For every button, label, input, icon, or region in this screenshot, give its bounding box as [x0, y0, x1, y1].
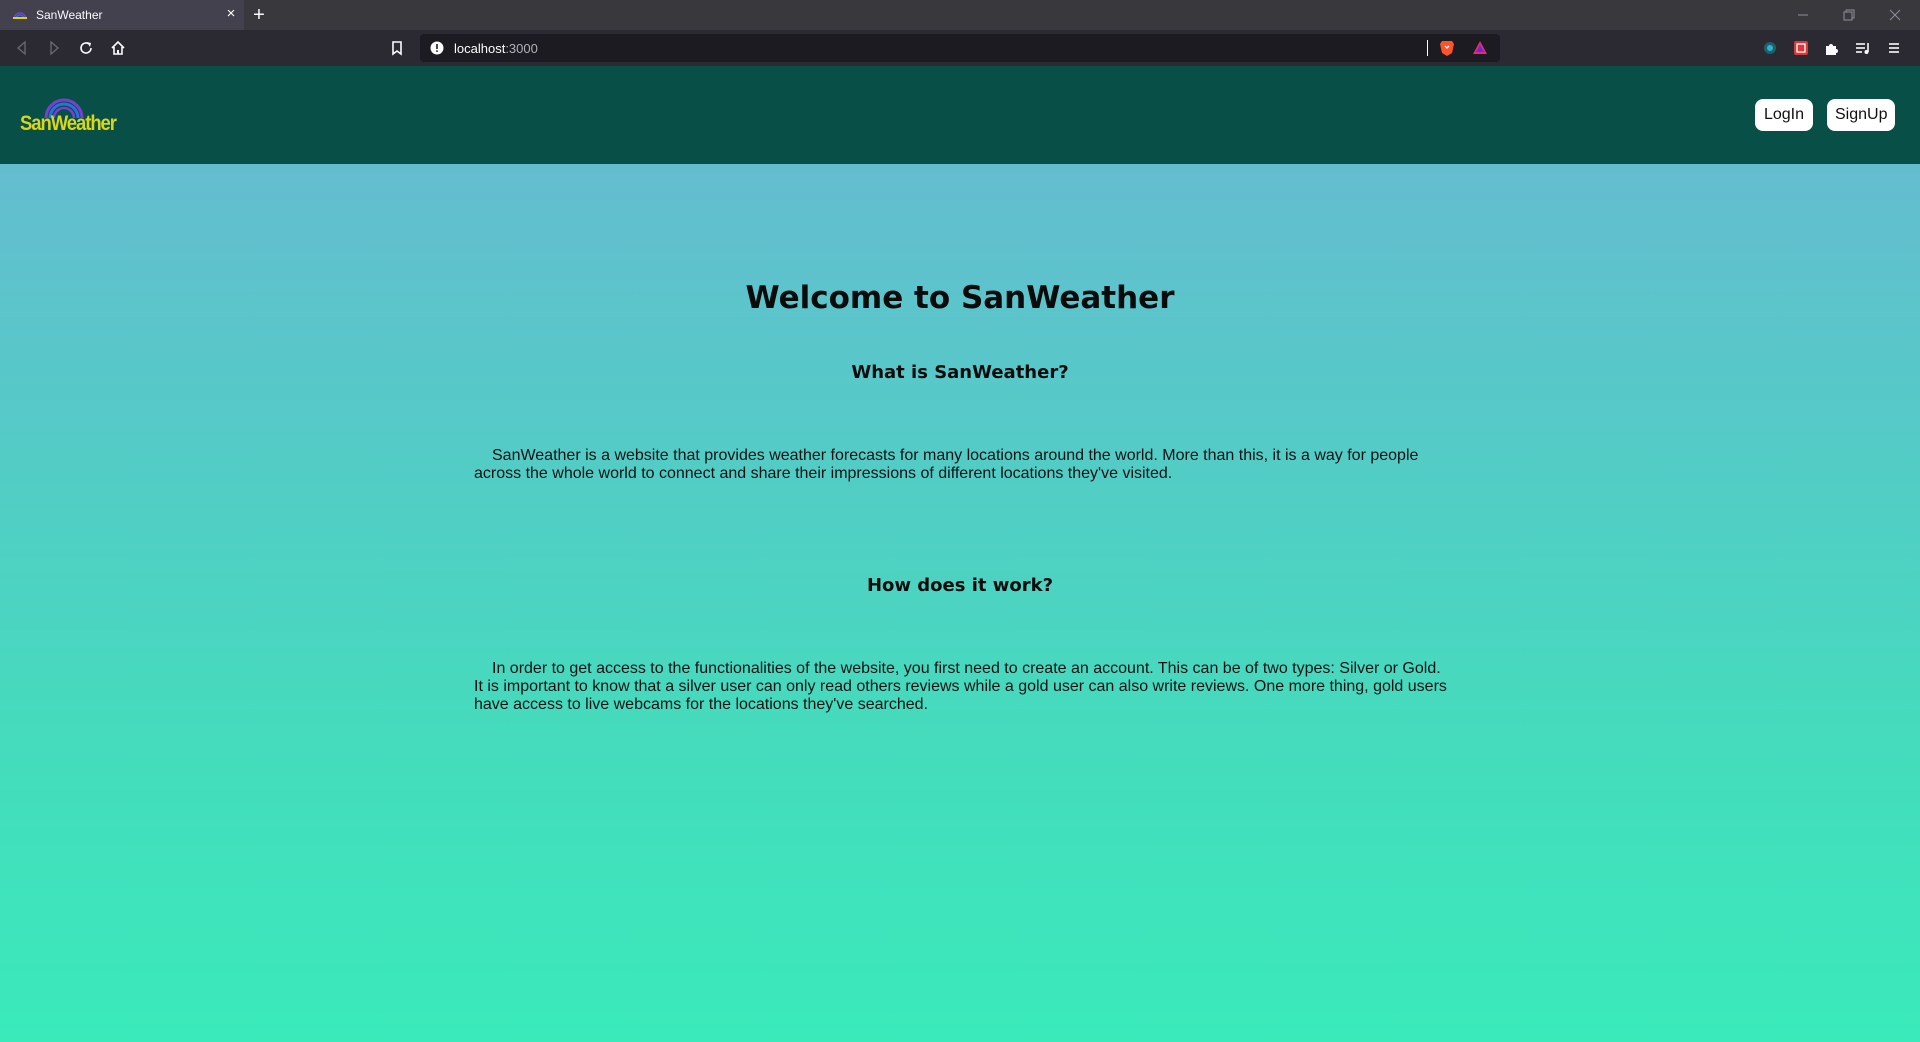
bookmark-icon[interactable] — [387, 38, 407, 58]
home-icon[interactable] — [108, 38, 128, 58]
tab-title: SanWeather — [36, 8, 103, 22]
back-icon[interactable] — [12, 38, 32, 58]
site-header: SanWeather LogIn SignUp — [0, 66, 1920, 164]
restore-icon[interactable] — [1840, 6, 1858, 24]
browser-tab[interactable]: SanWeather × — [0, 0, 244, 30]
site-logo[interactable]: SanWeather — [18, 94, 117, 138]
new-tab-icon[interactable]: + — [248, 4, 270, 26]
forward-icon[interactable] — [44, 38, 64, 58]
url-host: localhost — [454, 41, 506, 56]
signup-button[interactable]: SignUp — [1827, 99, 1895, 131]
media-queue-icon[interactable] — [1853, 38, 1873, 58]
url-text[interactable]: localhost:3000 — [454, 41, 538, 56]
browser-tabstrip: SanWeather × + — [0, 0, 1920, 30]
sanweather-favicon-icon — [13, 12, 27, 19]
section-heading-what: What is SanWeather? — [851, 362, 1069, 383]
red-extension-icon[interactable] — [1791, 38, 1811, 58]
close-tab-icon[interactable]: × — [224, 6, 238, 21]
close-window-icon[interactable] — [1886, 6, 1904, 24]
info-icon[interactable] — [430, 41, 444, 55]
url-divider — [1427, 40, 1428, 56]
section-text-how: In order to get access to the functional… — [474, 660, 1447, 713]
url-port: :3000 — [505, 41, 538, 56]
page-title: Welcome to SanWeather — [745, 280, 1175, 316]
reload-icon[interactable] — [76, 38, 96, 58]
extensions-puzzle-icon[interactable] — [1822, 38, 1842, 58]
vpn-extension-icon[interactable] — [1760, 38, 1780, 58]
brave-rewards-icon[interactable] — [1472, 40, 1488, 56]
menu-icon[interactable] — [1884, 38, 1904, 58]
login-button[interactable]: LogIn — [1755, 99, 1813, 131]
browser-navbar: localhost:3000 — [0, 30, 1920, 66]
address-bar[interactable]: localhost:3000 — [420, 34, 1500, 62]
section-heading-how: How does it work? — [866, 575, 1054, 596]
page-viewport: SanWeather LogIn SignUp Welcome to SanWe… — [0, 66, 1920, 1042]
logo-text: SanWeather — [20, 112, 117, 135]
minimize-icon[interactable] — [1794, 6, 1812, 24]
brave-shield-icon[interactable] — [1438, 39, 1456, 57]
section-text-what: SanWeather is a website that provides we… — [474, 447, 1419, 482]
